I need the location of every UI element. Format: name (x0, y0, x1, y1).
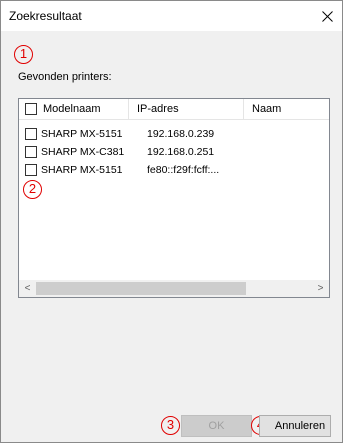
ip-cell: 192.168.0.239 (147, 128, 215, 140)
model-cell: SHARP MX-5151 (41, 128, 123, 140)
close-button[interactable] (312, 1, 342, 31)
ok-button[interactable]: OK (181, 415, 252, 437)
table-row[interactable]: SHARP MX-C381 192.168.0.251 (19, 144, 329, 160)
title-bar: Zoekresultaat (1, 1, 342, 31)
callout-marker-2: 2 (23, 180, 42, 199)
scroll-left-button[interactable]: < (19, 280, 36, 297)
found-printers-label: Gevonden printers: (18, 71, 112, 83)
window-title: Zoekresultaat (9, 9, 82, 23)
close-icon (321, 10, 333, 22)
chevron-left-icon: < (24, 283, 31, 294)
table-row[interactable]: SHARP MX-5151 192.168.0.239 (19, 126, 329, 142)
scroll-thumb[interactable] (36, 282, 246, 295)
row-checkbox[interactable] (25, 164, 37, 176)
model-cell: SHARP MX-5151 (41, 164, 123, 176)
model-cell: SHARP MX-C381 (41, 146, 125, 158)
printer-list[interactable]: Modelnaam IP-adres Naam SHARP MX-5151 19… (18, 98, 330, 298)
ip-cell: 192.168.0.251 (147, 146, 215, 158)
row-checkbox[interactable] (25, 128, 37, 140)
ip-cell: fe80::f29f:fcff:... (147, 164, 220, 176)
callout-marker-1: 1 (14, 45, 33, 64)
callout-marker-3: 3 (161, 416, 180, 435)
cancel-button[interactable]: Annuleren (259, 415, 331, 437)
horizontal-scrollbar[interactable]: < > (19, 280, 329, 297)
search-result-dialog: Zoekresultaat 1 Gevonden printers: Model… (0, 0, 343, 443)
list-header: Modelnaam IP-adres Naam (19, 99, 329, 120)
select-all-checkbox[interactable] (25, 103, 37, 115)
table-row[interactable]: SHARP MX-5151 fe80::f29f:fcff:... (19, 162, 329, 178)
column-header-ip[interactable]: IP-adres (129, 99, 244, 119)
column-header-model[interactable]: Modelnaam (19, 99, 129, 119)
scroll-right-button[interactable]: > (312, 280, 329, 297)
column-header-name[interactable]: Naam (244, 99, 331, 119)
row-checkbox[interactable] (25, 146, 37, 158)
chevron-right-icon: > (317, 283, 324, 294)
